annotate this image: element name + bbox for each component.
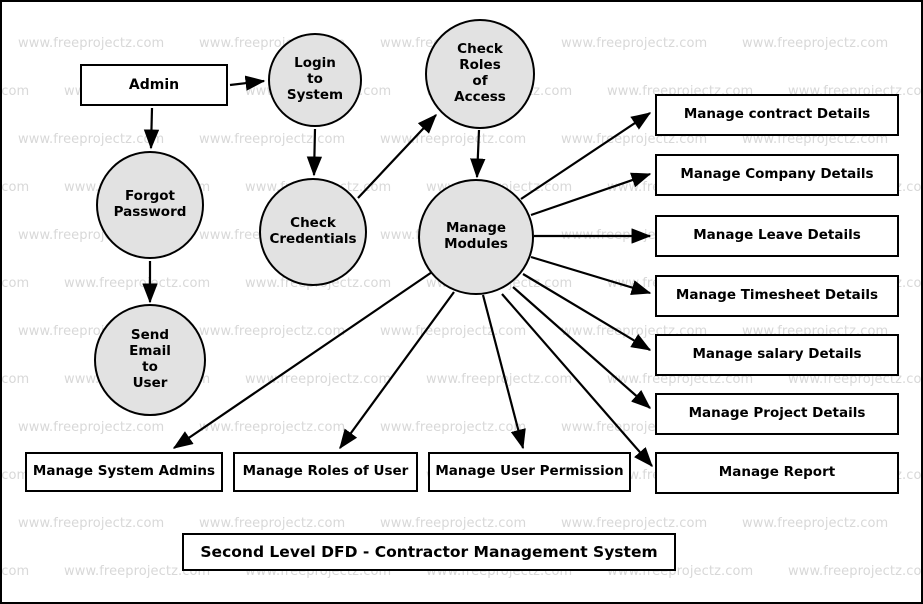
node-manage-project-details[interactable]: Manage Project Details bbox=[655, 393, 899, 435]
node-manage-leave-details-label: Manage Leave Details bbox=[693, 227, 861, 244]
node-login-to-system[interactable]: Login to System bbox=[268, 33, 362, 127]
dfd-diagram-canvas: www.freeprojectz.com www.freeprojectz.com… bbox=[0, 0, 923, 604]
diagram-title-box: Second Level DFD - Contractor Management… bbox=[182, 533, 676, 571]
node-manage-project-details-label: Manage Project Details bbox=[688, 405, 866, 422]
node-manage-salary-details-label: Manage salary Details bbox=[692, 346, 862, 363]
node-manage-system-admins-label: Manage System Admins bbox=[32, 463, 216, 480]
node-forgot-password-label: Forgot Password bbox=[113, 188, 187, 220]
node-manage-report-label: Manage Report bbox=[718, 464, 836, 481]
node-manage-roles-of-user[interactable]: Manage Roles of User bbox=[233, 452, 418, 492]
node-manage-roles-of-user-label: Manage Roles of User bbox=[242, 463, 409, 480]
node-manage-system-admins[interactable]: Manage System Admins bbox=[25, 452, 223, 492]
node-manage-company-details-label: Manage Company Details bbox=[680, 166, 874, 183]
node-layer: Admin Login to System Check Roles of Access F… bbox=[2, 2, 921, 602]
diagram-title-label: Second Level DFD - Contractor Management… bbox=[200, 542, 658, 561]
node-manage-timesheet-details[interactable]: Manage Timesheet Details bbox=[655, 275, 899, 317]
node-admin[interactable]: Admin bbox=[80, 64, 228, 106]
node-check-roles-of-access-label: Check Roles of Access bbox=[454, 41, 506, 105]
node-manage-modules[interactable]: Manage Modules bbox=[418, 179, 534, 295]
node-manage-user-permission[interactable]: Manage User Permission bbox=[428, 452, 631, 492]
node-forgot-password[interactable]: Forgot Password bbox=[96, 151, 204, 259]
node-manage-contract-details-label: Manage contract Details bbox=[683, 106, 871, 123]
node-manage-leave-details[interactable]: Manage Leave Details bbox=[655, 215, 899, 257]
node-check-credentials[interactable]: Check Credentials bbox=[259, 178, 367, 286]
node-manage-modules-label: Manage Modules bbox=[444, 220, 508, 252]
node-manage-salary-details[interactable]: Manage salary Details bbox=[655, 334, 899, 376]
node-check-roles-of-access[interactable]: Check Roles of Access bbox=[425, 19, 535, 129]
node-manage-user-permission-label: Manage User Permission bbox=[435, 463, 624, 480]
node-manage-timesheet-details-label: Manage Timesheet Details bbox=[675, 287, 879, 304]
node-send-email-to-user[interactable]: Send Email to User bbox=[94, 304, 206, 416]
node-manage-contract-details[interactable]: Manage contract Details bbox=[655, 94, 899, 136]
node-send-email-to-user-label: Send Email to User bbox=[129, 327, 171, 391]
node-manage-company-details[interactable]: Manage Company Details bbox=[655, 154, 899, 196]
node-admin-label: Admin bbox=[128, 76, 180, 93]
node-check-credentials-label: Check Credentials bbox=[269, 215, 357, 247]
node-manage-report[interactable]: Manage Report bbox=[655, 452, 899, 494]
node-login-to-system-label: Login to System bbox=[286, 55, 344, 103]
